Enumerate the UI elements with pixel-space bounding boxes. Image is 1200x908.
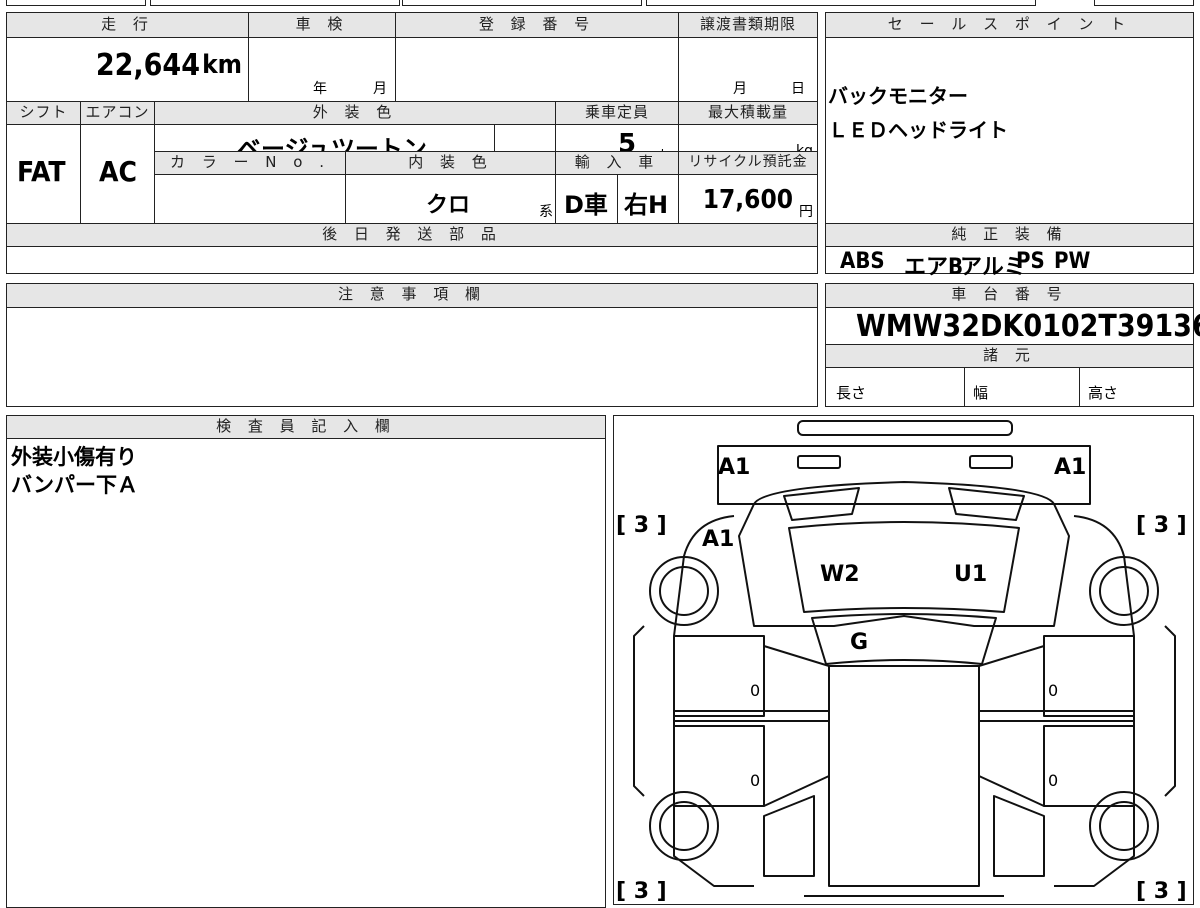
car-diagram-panel: A1 A1 A1 W2 U1 G [ 3 ] [ 3 ] [ 3 ] [ 3 ]… <box>613 415 1194 905</box>
door-front-right: 0 <box>1048 681 1058 700</box>
vehicle-info-table: 走 行 車 検 登 録 番 号 譲渡書類期限 22,644 km 年 月 月 日… <box>6 12 818 274</box>
car-body-diagram: A1 A1 A1 W2 U1 G [ 3 ] [ 3 ] [ 3 ] [ 3 ]… <box>616 420 1187 904</box>
grade-hood-left: A1 <box>702 527 734 552</box>
interior-color-suffix: 系 <box>539 204 553 220</box>
notes-panel: 注 意 事 項 欄 <box>6 283 818 407</box>
sales-point-item: ＬＥＤヘッドライト <box>828 118 1008 142</box>
notes-body <box>6 307 818 407</box>
inspection-month-label: 月 <box>373 81 387 97</box>
import-header: 輸 入 車 <box>555 151 679 175</box>
chassis-number: WMW32DK0102T39136 <box>856 309 1200 344</box>
mileage-unit: km <box>202 50 242 80</box>
transfer-deadline-header: 譲渡書類期限 <box>678 12 818 38</box>
equipment-item: PS <box>1016 249 1045 274</box>
grade-top-right: A1 <box>1054 455 1086 480</box>
recycle-fee-header: リサイクル預託金 <box>678 151 818 175</box>
inspector-note-line: バンパー下Ａ <box>11 473 139 497</box>
registration-header: 登 録 番 号 <box>395 12 679 38</box>
tire-rear-left: [ 3 ] <box>616 879 667 904</box>
spec-height-cell: 高さ <box>1079 367 1194 407</box>
sales-point-panel: セ ー ル ス ポ イ ン ト バックモニター ＬＥＤヘッドライト 純 正 装 … <box>825 12 1194 280</box>
tire-front-right: [ 3 ] <box>1136 513 1187 538</box>
genuine-equipment-header: 純 正 装 備 <box>825 223 1194 247</box>
inspection-cell: 年 月 <box>248 37 396 102</box>
inspection-year-label: 年 <box>313 81 327 97</box>
spec-length-cell: 長さ <box>825 367 965 407</box>
chassis-header: 車 台 番 号 <box>825 283 1194 308</box>
spec-height-label: 高さ <box>1088 384 1119 402</box>
grade-roof: G <box>850 630 868 655</box>
shift-value: FAT <box>17 155 66 188</box>
inspector-note-line: 外装小傷有り <box>11 445 137 469</box>
import-type-value: D車 <box>564 191 608 219</box>
mileage-cell: 22,644 km <box>6 37 249 102</box>
grade-top-left: A1 <box>718 455 750 480</box>
later-parts-cell <box>6 246 818 274</box>
spec-length-label: 長さ <box>836 384 867 402</box>
chassis-panel: 車 台 番 号 WMW32DK0102T39136 諸 元 長さ 幅 高さ <box>825 283 1200 407</box>
top-strip <box>6 0 1194 8</box>
mileage-value: 22,644 <box>95 48 200 83</box>
sales-point-body: バックモニター ＬＥＤヘッドライト <box>825 37 1194 224</box>
inspector-body: 外装小傷有り バンパー下Ａ <box>6 438 606 908</box>
recycle-fee-value: 17,600 <box>702 185 793 215</box>
color-no-header: カ ラ ー N o . <box>154 151 346 175</box>
deadline-month-label: 月 <box>733 81 747 97</box>
interior-color-value: クロ <box>426 193 471 218</box>
aircon-cell: AC <box>80 124 155 224</box>
door-rear-left: 0 <box>750 771 760 790</box>
spec-width-label: 幅 <box>973 384 989 402</box>
equipment-item: PW <box>1054 249 1091 274</box>
later-parts-header: 後 日 発 送 部 品 <box>6 223 818 247</box>
genuine-equipment-cell: ABS エアB アルミ PS PW <box>825 246 1194 280</box>
mileage-header: 走 行 <box>6 12 249 38</box>
notes-header: 注 意 事 項 欄 <box>6 283 818 308</box>
import-type-cell: D車 <box>555 174 618 224</box>
sales-point-header: セ ー ル ス ポ イ ン ト <box>825 12 1194 38</box>
grade-windshield-left: W2 <box>820 562 860 587</box>
sales-point-item: バックモニター <box>828 84 968 108</box>
specs-header: 諸 元 <box>825 344 1194 368</box>
tire-rear-right: [ 3 ] <box>1136 879 1187 904</box>
transfer-deadline-cell: 月 日 <box>678 37 818 102</box>
interior-color-cell: クロ 系 <box>345 174 556 224</box>
door-front-left: 0 <box>750 681 760 700</box>
chassis-cell: WMW32DK0102T39136 <box>825 307 1200 345</box>
equipment-item: エアB <box>904 255 964 280</box>
aircon-value: AC <box>99 155 137 188</box>
aircon-header: エアコン <box>80 101 155 125</box>
registration-cell <box>395 37 679 102</box>
exterior-color-header: 外 装 色 <box>154 101 556 125</box>
steering-value: 右H <box>624 191 669 219</box>
shift-cell: FAT <box>6 124 81 224</box>
color-no-cell <box>154 174 346 224</box>
steering-cell: 右H <box>617 174 679 224</box>
door-rear-right: 0 <box>1048 771 1058 790</box>
recycle-fee-unit: 円 <box>799 204 813 220</box>
grade-windshield-right: U1 <box>954 562 987 587</box>
inspector-panel: 検 査 員 記 入 欄 外装小傷有り バンパー下Ａ <box>6 415 606 908</box>
inspection-header: 車 検 <box>248 12 396 38</box>
tire-front-left: [ 3 ] <box>616 513 667 538</box>
equipment-item: ABS <box>840 249 885 274</box>
capacity-header: 乗車定員 <box>555 101 679 125</box>
shift-header: シフト <box>6 101 81 125</box>
recycle-fee-cell: 17,600 円 <box>678 174 818 224</box>
spec-width-cell: 幅 <box>964 367 1080 407</box>
interior-color-header: 内 装 色 <box>345 151 556 175</box>
inspector-header: 検 査 員 記 入 欄 <box>6 415 606 439</box>
deadline-day-label: 日 <box>791 81 805 97</box>
max-load-header: 最大積載量 <box>678 101 818 125</box>
